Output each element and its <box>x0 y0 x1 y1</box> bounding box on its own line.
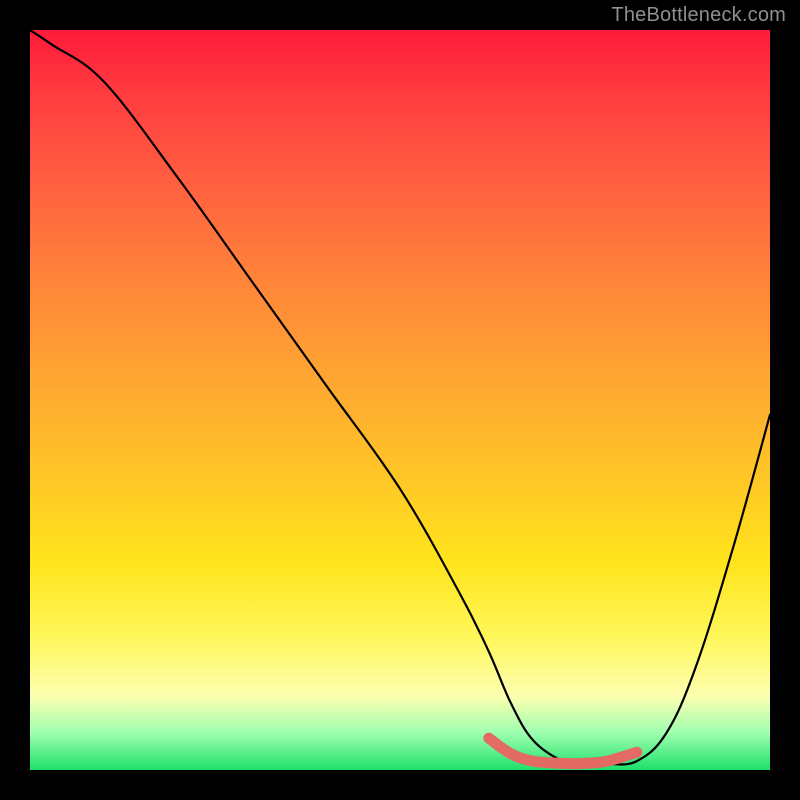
bottleneck-highlight <box>489 738 637 763</box>
watermark-text: TheBottleneck.com <box>611 4 786 27</box>
bottleneck-curve <box>30 30 770 764</box>
chart-frame: TheBottleneck.com <box>0 0 800 800</box>
chart-svg <box>30 30 770 770</box>
plot-area <box>30 30 770 770</box>
